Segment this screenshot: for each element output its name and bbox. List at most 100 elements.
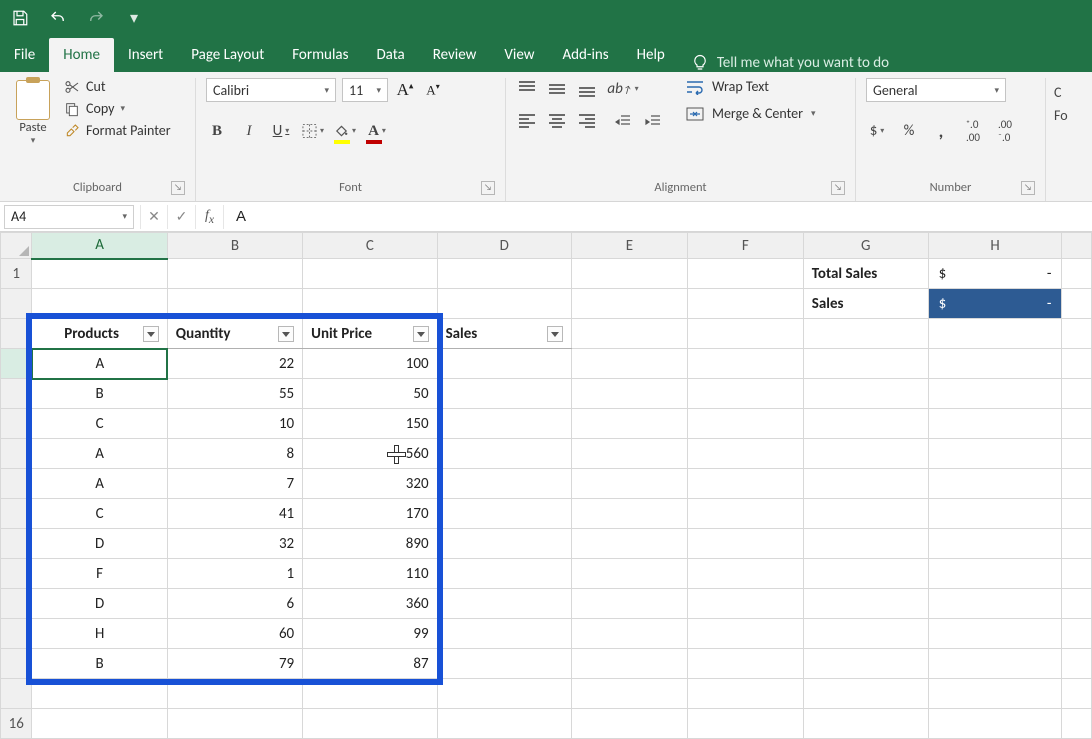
cell-D1[interactable] <box>437 259 571 289</box>
cell-C13[interactable]: 99 <box>303 619 437 649</box>
increase-indent-icon[interactable] <box>642 110 664 132</box>
cell-B12[interactable]: 6 <box>167 589 302 619</box>
cell-D15[interactable] <box>437 679 571 709</box>
cell-E12[interactable] <box>572 589 688 619</box>
row-header-16[interactable]: 16 <box>1 709 32 739</box>
cell-C16[interactable] <box>303 709 437 739</box>
cell-A12[interactable]: D <box>32 589 167 619</box>
tab-formulas[interactable]: Formulas <box>278 38 362 72</box>
cell-C12[interactable]: 360 <box>303 589 437 619</box>
format-painter-button[interactable]: Format Painter <box>64 122 171 139</box>
cell-F15[interactable] <box>687 679 803 709</box>
cell-cut-16[interactable] <box>1062 709 1092 739</box>
cell-C1[interactable] <box>303 259 437 289</box>
cell-C11[interactable]: 110 <box>303 559 437 589</box>
cell-C2[interactable] <box>303 289 437 319</box>
row-header-10[interactable] <box>1 529 32 559</box>
formula-enter-icon[interactable]: ✓ <box>168 205 196 229</box>
cell-A11[interactable]: F <box>32 559 167 589</box>
cell-H16[interactable] <box>928 709 1062 739</box>
font-size-combo[interactable]: 11▾ <box>342 78 388 102</box>
cell-D7[interactable] <box>437 439 571 469</box>
cell-A10[interactable]: D <box>32 529 167 559</box>
cell-H6[interactable] <box>928 409 1062 439</box>
col-header-G[interactable]: G <box>803 233 928 259</box>
save-icon[interactable] <box>10 8 30 28</box>
cell-B15[interactable] <box>167 679 302 709</box>
align-bottom-icon[interactable] <box>576 78 598 100</box>
cell-B1[interactable] <box>167 259 302 289</box>
row-header-6[interactable] <box>1 409 32 439</box>
cell-H4[interactable] <box>928 349 1062 379</box>
cell-A14[interactable]: B <box>32 649 167 679</box>
decrease-font-icon[interactable]: A▾ <box>422 79 444 101</box>
cell-A8[interactable]: A <box>32 469 167 499</box>
cell-D11[interactable] <box>437 559 571 589</box>
cell-cut-12[interactable] <box>1062 589 1092 619</box>
filter-icon[interactable] <box>547 326 563 342</box>
cell-H1[interactable]: $- <box>928 259 1062 289</box>
cell-G7[interactable] <box>803 439 928 469</box>
cell-B14[interactable]: 79 <box>167 649 302 679</box>
decrease-indent-icon[interactable] <box>612 110 634 132</box>
col-header-cut[interactable] <box>1062 233 1092 259</box>
cell-F4[interactable] <box>687 349 803 379</box>
filter-icon[interactable] <box>143 326 159 342</box>
select-all-corner[interactable] <box>1 233 32 259</box>
cell-cut-6[interactable] <box>1062 409 1092 439</box>
cell-G12[interactable] <box>803 589 928 619</box>
row-header-13[interactable] <box>1 619 32 649</box>
cell-A2[interactable] <box>32 289 167 319</box>
cell-D9[interactable] <box>437 499 571 529</box>
fill-color-button[interactable]: ▾ <box>334 120 356 142</box>
cell-A6[interactable]: C <box>32 409 167 439</box>
cell-cut-15[interactable] <box>1062 679 1092 709</box>
cell-G14[interactable] <box>803 649 928 679</box>
tab-file[interactable]: File <box>0 38 49 72</box>
cell-E11[interactable] <box>572 559 688 589</box>
worksheet-grid[interactable]: ABCDEFGH1Total Sales$-Sales$-ProductsQua… <box>0 232 1092 739</box>
cell-E16[interactable] <box>572 709 688 739</box>
cell-C9[interactable]: 170 <box>303 499 437 529</box>
align-top-icon[interactable] <box>516 78 538 100</box>
cell-B13[interactable]: 60 <box>167 619 302 649</box>
cell-G13[interactable] <box>803 619 928 649</box>
cell-D2[interactable] <box>437 289 571 319</box>
increase-decimal-icon[interactable]: ⁺.0.00 <box>962 120 984 142</box>
row-header-3[interactable] <box>1 319 32 349</box>
cell-cut-9[interactable] <box>1062 499 1092 529</box>
cell-F16[interactable] <box>687 709 803 739</box>
col-header-C[interactable]: C <box>303 233 437 259</box>
bold-button[interactable]: B <box>206 120 228 142</box>
wrap-text-button[interactable]: Wrap Text <box>686 78 816 95</box>
cell-cut-7[interactable] <box>1062 439 1092 469</box>
tab-data[interactable]: Data <box>362 38 418 72</box>
row-header-15[interactable] <box>1 679 32 709</box>
row-header-1[interactable]: 1 <box>1 259 32 289</box>
row-header-5[interactable] <box>1 379 32 409</box>
cell-cut-14[interactable] <box>1062 649 1092 679</box>
row-header-7[interactable] <box>1 439 32 469</box>
cell-E15[interactable] <box>572 679 688 709</box>
align-left-icon[interactable] <box>516 110 538 132</box>
cell-A5[interactable]: B <box>32 379 167 409</box>
accounting-format-button[interactable]: $▾ <box>866 120 888 142</box>
cell-cut-13[interactable] <box>1062 619 1092 649</box>
cell-G2[interactable]: Sales <box>803 289 928 319</box>
cell-E2[interactable] <box>572 289 688 319</box>
cell-E4[interactable] <box>572 349 688 379</box>
cell-F9[interactable] <box>687 499 803 529</box>
cell-cut-10[interactable] <box>1062 529 1092 559</box>
cell-C5[interactable]: 50 <box>303 379 437 409</box>
cell-B10[interactable]: 32 <box>167 529 302 559</box>
cell-E5[interactable] <box>572 379 688 409</box>
percent-format-button[interactable]: % <box>898 120 920 142</box>
cell-C15[interactable] <box>303 679 437 709</box>
cell-A3[interactable]: Products <box>32 319 167 349</box>
cell-G15[interactable] <box>803 679 928 709</box>
borders-button[interactable]: ▾ <box>302 120 324 142</box>
col-header-E[interactable]: E <box>572 233 688 259</box>
cell-G10[interactable] <box>803 529 928 559</box>
name-box[interactable]: A4 ▾ <box>4 205 134 229</box>
cell-B4[interactable]: 22 <box>167 349 302 379</box>
